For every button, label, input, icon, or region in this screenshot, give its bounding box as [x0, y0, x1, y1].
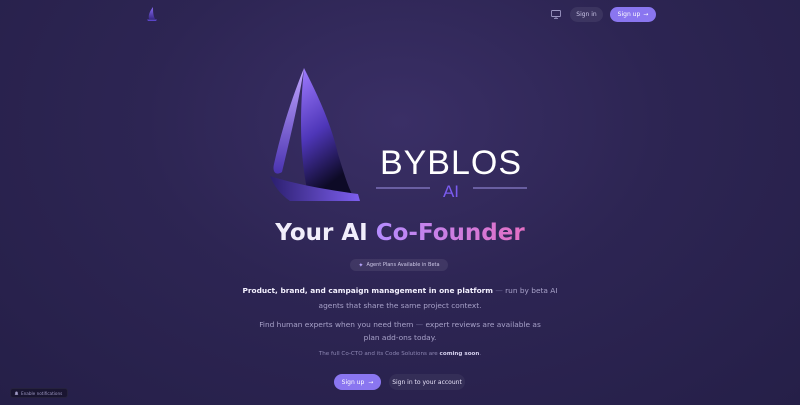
experts-dash: — — [413, 320, 426, 329]
cta-signin-button[interactable]: Sign in to your account — [389, 374, 465, 390]
page-title: Your AI Co-Founder — [0, 220, 800, 246]
signup-label: Sign up — [617, 11, 641, 18]
signin-label: Sign in — [576, 11, 597, 18]
note-start: The full Co-CTO and its Code Solutions a… — [318, 351, 440, 357]
intro-paragraph: Product, brand, and campaign management … — [240, 283, 560, 313]
arrow-right-icon: → — [368, 378, 374, 386]
intro-dash: — — [493, 286, 506, 295]
signin-button[interactable]: Sign in — [570, 7, 603, 22]
cta-signup-label: Sign up — [341, 378, 365, 386]
cta-signin-label: Sign in to your account — [392, 378, 462, 386]
cta-signup-button[interactable]: Sign up → — [334, 374, 381, 390]
signup-button[interactable]: Sign up → — [610, 7, 656, 22]
intro-bold: Product, brand, and campaign management … — [242, 286, 494, 295]
top-nav: Sign in Sign up → — [0, 0, 800, 30]
experts-paragraph: Find human experts when you need them — … — [255, 318, 545, 344]
arrow-right-icon: → — [643, 11, 649, 18]
title-main: Your AI — [275, 220, 376, 246]
sail-main — [301, 68, 352, 194]
byblos-ai-logo: BYBLOS AI — [270, 68, 527, 201]
beta-badge: ✦ Agent Plans Available in Beta — [350, 259, 448, 271]
experts-start: Find human experts when you need them — [259, 320, 414, 329]
bell-icon — [14, 391, 19, 395]
sail-logo-icon[interactable] — [144, 6, 160, 22]
title-accent: Co-Founder — [375, 220, 525, 246]
brand-name: BYBLOS — [380, 144, 522, 182]
monitor-icon[interactable] — [551, 10, 561, 19]
toast-label: Enable notifications — [21, 390, 63, 396]
badge-label: Agent Plans Available in Beta — [366, 262, 440, 268]
notifications-toast[interactable]: Enable notifications — [10, 388, 68, 398]
brand-sub: AI — [443, 182, 459, 201]
note-bold: coming soon — [439, 351, 480, 357]
note-end: . — [479, 351, 482, 357]
sparkle-icon: ✦ — [358, 261, 364, 269]
coming-soon-note: The full Co-CTO and its Code Solutions a… — [0, 351, 800, 357]
sail-side — [273, 68, 304, 174]
